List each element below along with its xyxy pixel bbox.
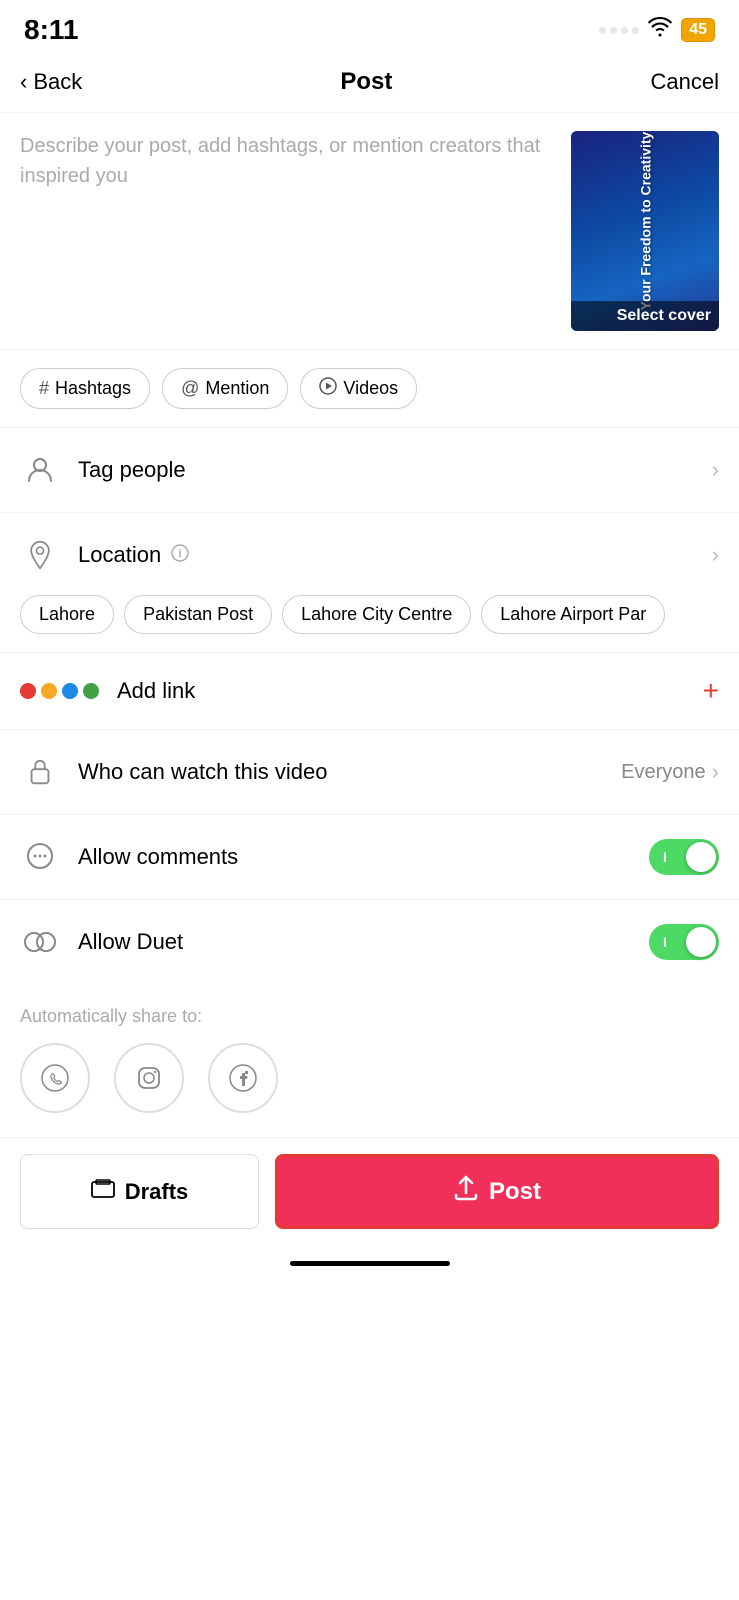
facebook-share-button[interactable] — [208, 1043, 278, 1113]
allow-duet-label: Allow Duet — [78, 929, 649, 955]
person-icon — [20, 450, 60, 490]
hashtags-label: Hashtags — [55, 378, 131, 399]
allow-comments-toggle[interactable]: I — [649, 839, 719, 875]
chevron-right-icon-location: › — [712, 542, 719, 568]
who-can-watch-value: Everyone — [621, 761, 706, 784]
lock-icon — [20, 752, 60, 792]
videos-label: Videos — [343, 378, 398, 399]
location-chip-pakistan-post[interactable]: Pakistan Post — [124, 595, 272, 634]
post-label: Post — [489, 1178, 541, 1206]
back-chevron-icon: ‹ — [20, 69, 27, 95]
page-title: Post — [340, 68, 392, 96]
location-row[interactable]: Location i › — [0, 513, 739, 583]
post-upload-icon — [453, 1175, 479, 1208]
play-icon — [319, 377, 337, 400]
add-link-label: Add link — [117, 678, 703, 704]
cover-book-title: Your Freedom to Creativity — [637, 132, 653, 311]
cancel-button[interactable]: Cancel — [651, 69, 719, 95]
duet-icon — [20, 922, 60, 962]
location-chip-lahore-city-centre[interactable]: Lahore City Centre — [282, 595, 471, 634]
svg-text:i: i — [179, 548, 182, 560]
mention-label: Mention — [205, 378, 269, 399]
battery-icon: 45 — [681, 18, 715, 42]
status-icons: 45 — [599, 17, 715, 43]
hashtag-icon: # — [39, 378, 49, 399]
mention-icon: @ — [181, 378, 199, 399]
toggle-thumb-comments — [686, 842, 716, 872]
allow-comments-row: Allow comments I — [0, 815, 739, 900]
dot-yellow — [41, 683, 57, 699]
chevron-right-icon: › — [712, 457, 719, 483]
status-time: 8:11 — [24, 14, 79, 46]
description-placeholder[interactable]: Describe your post, add hashtags, or men… — [20, 131, 571, 331]
home-indicator — [0, 1249, 739, 1274]
dot-red — [20, 683, 36, 699]
videos-button[interactable]: Videos — [300, 368, 417, 409]
signal-dots-icon — [599, 27, 639, 34]
location-label: Location i — [78, 542, 712, 568]
description-area: Describe your post, add hashtags, or men… — [0, 113, 739, 350]
who-can-watch-row[interactable]: Who can watch this video Everyone › — [0, 730, 739, 815]
allow-duet-row: Allow Duet I — [0, 900, 739, 984]
add-link-row[interactable]: Add link + — [0, 653, 739, 730]
hashtags-button[interactable]: # Hashtags — [20, 368, 150, 409]
tag-people-row[interactable]: Tag people › — [0, 428, 739, 513]
status-bar: 8:11 45 — [0, 0, 739, 56]
drafts-button[interactable]: Drafts — [20, 1154, 259, 1229]
allow-duet-toggle[interactable]: I — [649, 924, 719, 960]
home-bar — [290, 1261, 450, 1266]
wifi-icon — [647, 17, 673, 43]
drafts-label: Drafts — [125, 1179, 189, 1205]
link-dots-icon — [20, 683, 99, 699]
comment-icon — [20, 837, 60, 877]
dot-green — [83, 683, 99, 699]
allow-comments-label: Allow comments — [78, 844, 649, 870]
toggle-thumb-duet — [686, 927, 716, 957]
share-title: Automatically share to: — [20, 1006, 719, 1027]
chevron-right-icon-watch: › — [712, 759, 719, 785]
location-chips-row: Lahore Pakistan Post Lahore City Centre … — [0, 583, 739, 653]
share-icons-row — [20, 1043, 719, 1113]
select-cover-text: Select cover — [617, 307, 711, 324]
select-cover-label[interactable]: Select cover — [571, 301, 719, 331]
drafts-icon — [91, 1179, 115, 1205]
dot-blue — [62, 683, 78, 699]
back-button[interactable]: ‹ Back — [20, 69, 82, 95]
instagram-share-button[interactable] — [114, 1043, 184, 1113]
post-button[interactable]: Post — [275, 1154, 719, 1229]
tag-people-label: Tag people — [78, 457, 712, 483]
location-chip-lahore[interactable]: Lahore — [20, 595, 114, 634]
mention-button[interactable]: @ Mention — [162, 368, 288, 409]
back-label: Back — [33, 69, 82, 95]
tag-buttons-row: # Hashtags @ Mention Videos — [0, 350, 739, 428]
whatsapp-share-button[interactable] — [20, 1043, 90, 1113]
location-pin-icon — [20, 535, 60, 575]
header: ‹ Back Post Cancel — [0, 56, 739, 113]
location-chip-lahore-airport[interactable]: Lahore Airport Par — [481, 595, 665, 634]
bottom-bar: Drafts Post — [0, 1137, 739, 1249]
cover-thumbnail[interactable]: Your Freedom to Creativity Select cover — [571, 131, 719, 331]
who-can-watch-label: Who can watch this video — [78, 759, 621, 785]
share-section: Automatically share to: — [0, 984, 739, 1127]
plus-icon: + — [703, 675, 719, 707]
info-icon: i — [171, 544, 189, 567]
